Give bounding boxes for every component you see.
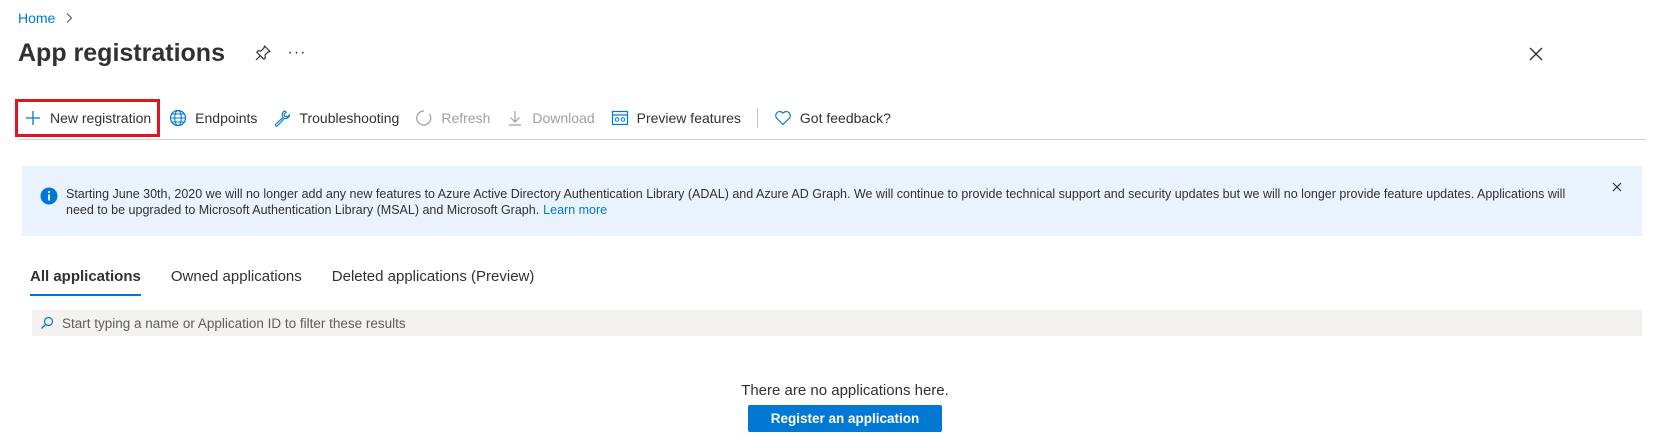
filter-input[interactable]	[62, 315, 1562, 331]
plus-icon	[24, 109, 42, 127]
empty-state: There are no applications here. Register…	[0, 382, 1662, 432]
close-icon[interactable]	[1610, 180, 1624, 194]
pin-icon[interactable]	[253, 43, 273, 63]
endpoints-label: Endpoints	[195, 109, 258, 126]
heart-icon	[774, 109, 792, 127]
download-icon	[506, 109, 524, 127]
empty-message: There are no applications here.	[741, 382, 949, 399]
refresh-label: Refresh	[441, 109, 491, 126]
preview-icon	[611, 109, 629, 127]
globe-icon	[169, 109, 187, 127]
banner-text: Starting June 30th, 2020 we will no long…	[66, 187, 1566, 217]
banner-message: Starting June 30th, 2020 we will no long…	[66, 186, 1576, 218]
tab-deleted-applications[interactable]: Deleted applications (Preview)	[332, 264, 535, 296]
new-registration-button[interactable]: New registration	[14, 98, 161, 137]
tab-owned-applications[interactable]: Owned applications	[171, 264, 302, 296]
endpoints-button[interactable]: Endpoints	[161, 102, 265, 134]
toolbar-separator	[756, 107, 758, 128]
chevron-right-icon	[63, 12, 75, 24]
tab-all-applications[interactable]: All applications	[30, 264, 141, 296]
info-icon	[40, 187, 58, 205]
troubleshooting-label: Troubleshooting	[299, 109, 400, 126]
info-banner: Starting June 30th, 2020 we will no long…	[22, 166, 1642, 236]
new-registration-label: New registration	[50, 109, 152, 126]
troubleshooting-button[interactable]: Troubleshooting	[265, 102, 407, 134]
download-button[interactable]: Download	[498, 102, 602, 134]
app-tabs: All applications Owned applications Dele…	[30, 264, 564, 296]
feedback-label: Got feedback?	[799, 109, 891, 126]
close-icon[interactable]	[1526, 44, 1546, 64]
register-application-button[interactable]: Register an application	[748, 405, 942, 432]
learn-more-link[interactable]: Learn more	[543, 203, 607, 217]
preview-features-button[interactable]: Preview features	[603, 102, 749, 134]
breadcrumb-home-link[interactable]: Home	[18, 10, 55, 26]
command-bar: New registration Endpoints Troubleshooti…	[14, 96, 1646, 140]
filter-bar	[32, 310, 1642, 336]
refresh-button[interactable]: Refresh	[407, 102, 498, 134]
more-icon[interactable]: ···	[287, 43, 307, 63]
page-title: App registrations	[18, 38, 225, 67]
wrench-icon	[273, 109, 291, 127]
feedback-button[interactable]: Got feedback?	[766, 102, 899, 134]
search-icon	[40, 316, 54, 330]
title-row: App registrations ···	[18, 36, 307, 70]
preview-features-label: Preview features	[636, 109, 741, 126]
refresh-icon	[415, 109, 433, 127]
download-label: Download	[532, 109, 595, 126]
breadcrumb: Home	[18, 9, 75, 27]
